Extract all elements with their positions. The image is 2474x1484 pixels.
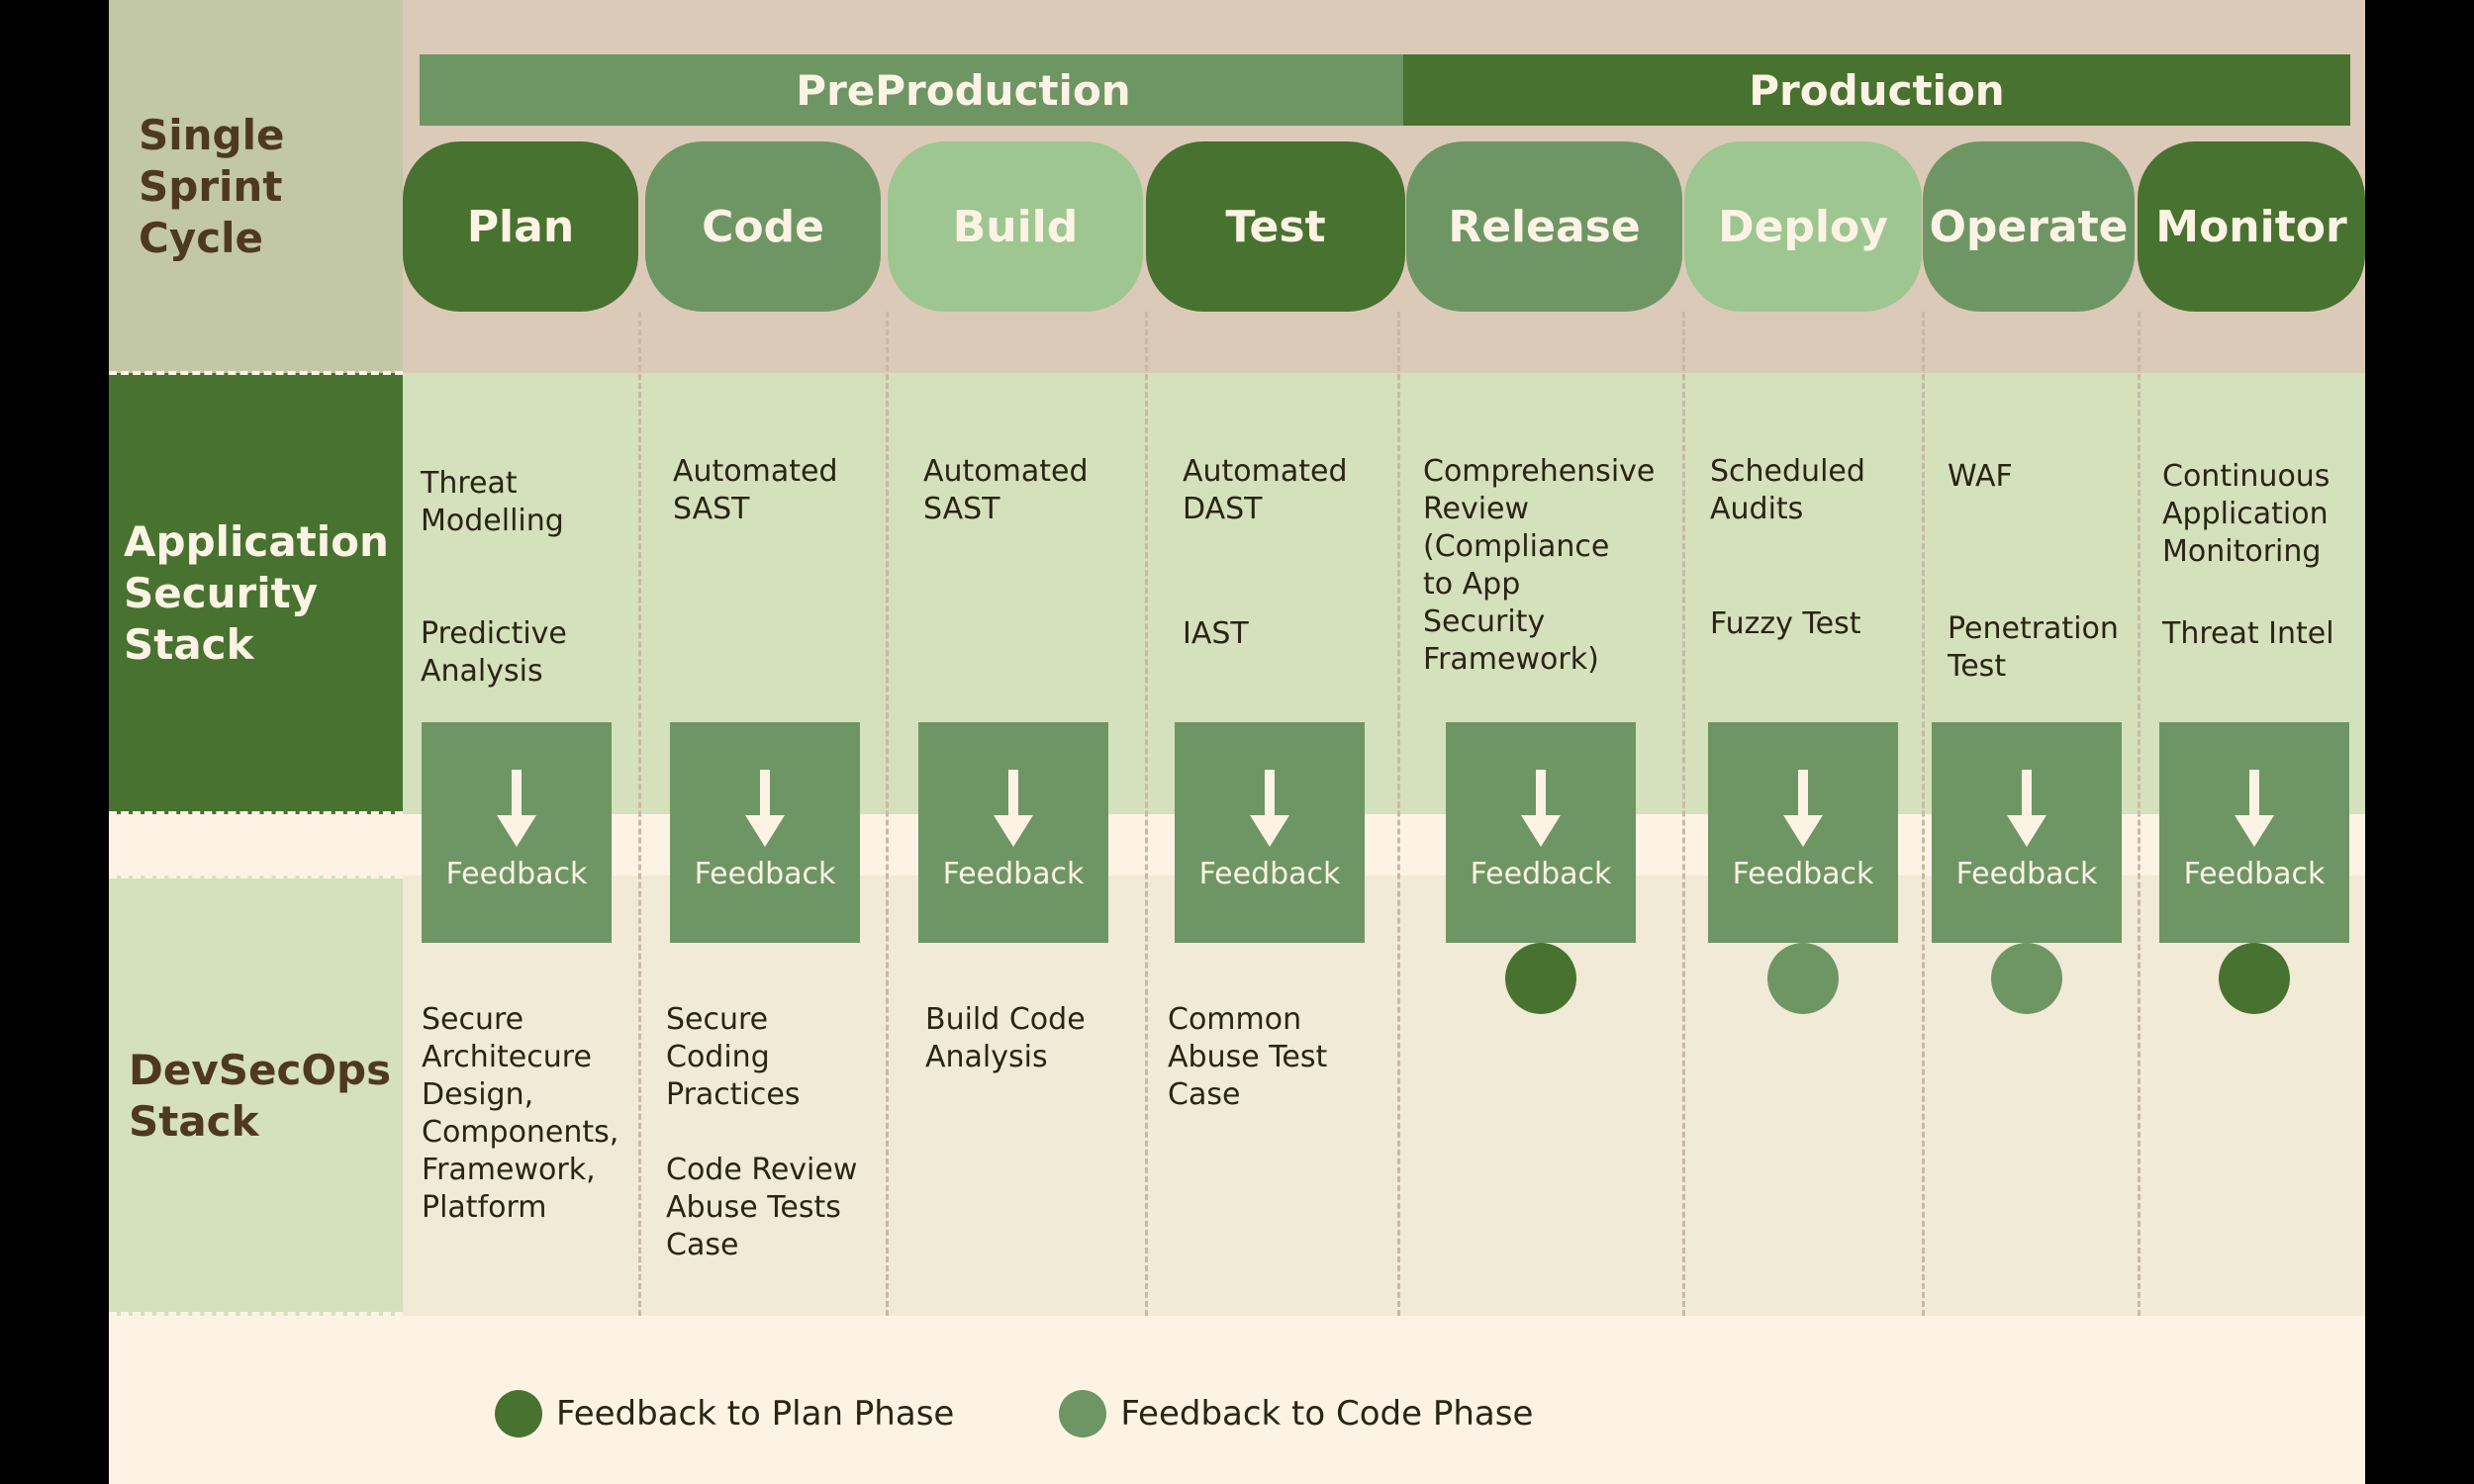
devsecops-item: Build Code Analysis bbox=[925, 1002, 1086, 1074]
column-divider bbox=[638, 312, 641, 1316]
app-security-item: Threat Modelling bbox=[421, 466, 564, 538]
arrow-down-icon bbox=[994, 770, 1033, 847]
phase-test: Test bbox=[1146, 141, 1405, 312]
legend-item: Feedback to Plan Phase bbox=[495, 1390, 954, 1438]
phase-operate: Operate bbox=[1923, 141, 2135, 312]
feedback-label: Feedback bbox=[1732, 857, 1874, 891]
devsecops-item: Secure Architecure Design, Components, F… bbox=[422, 1002, 619, 1225]
phase-release: Release bbox=[1406, 141, 1682, 312]
feedback-box: Feedback bbox=[422, 722, 612, 943]
column-divider bbox=[1682, 312, 1685, 1316]
row-label-app-security: Application Security Stack bbox=[109, 373, 403, 814]
column-divider bbox=[2138, 312, 2141, 1316]
phase-deploy: Deploy bbox=[1684, 141, 1922, 312]
legend-label: Feedback to Code Phase bbox=[1120, 1394, 1534, 1434]
app-security-item: Penetration Test bbox=[1948, 611, 2119, 684]
app-security-item: IAST bbox=[1183, 616, 1249, 651]
feedback-box: Feedback bbox=[670, 722, 860, 943]
feedback-box: Feedback bbox=[1175, 722, 1365, 943]
app-security-item: Automated DAST bbox=[1183, 454, 1348, 526]
legend-item: Feedback to Code Phase bbox=[1059, 1390, 1533, 1438]
stage-preproduction: PreProduction bbox=[420, 54, 1507, 126]
column-divider bbox=[1397, 312, 1400, 1316]
phase-code: Code bbox=[645, 141, 881, 312]
phase-monitor: Monitor bbox=[2138, 141, 2365, 312]
app-security-item: WAF bbox=[1948, 459, 2013, 494]
devsecops-diagram: Single Sprint Cycle Application Security… bbox=[109, 0, 2365, 1484]
row-divider bbox=[109, 1312, 403, 1316]
feedback-label: Feedback bbox=[942, 857, 1085, 891]
arrow-down-icon bbox=[1521, 770, 1561, 847]
arrow-down-icon bbox=[2235, 770, 2274, 847]
app-security-item: Predictive Analysis bbox=[421, 616, 567, 689]
arrow-down-icon bbox=[1250, 770, 1289, 847]
devsecops-item: Common Abuse Test Case bbox=[1168, 1002, 1328, 1112]
column-divider bbox=[1922, 312, 1925, 1316]
stage-production: Production bbox=[1403, 54, 2350, 126]
app-security-item: Automated SAST bbox=[923, 454, 1089, 526]
app-security-item: Automated SAST bbox=[673, 454, 838, 526]
app-security-item: Comprehensive Review (Compliance to App … bbox=[1423, 454, 1656, 677]
row-label-sprint: Single Sprint Cycle bbox=[109, 0, 403, 373]
app-security-item: Continuous Application Monitoring bbox=[2162, 459, 2331, 569]
feedback-box: Feedback bbox=[2159, 722, 2349, 943]
feedback-to-code-dot bbox=[1991, 943, 2062, 1014]
column-divider bbox=[886, 312, 889, 1316]
arrow-down-icon bbox=[745, 770, 785, 847]
legend-dot-icon bbox=[1059, 1390, 1107, 1438]
app-security-item: Fuzzy Test bbox=[1710, 606, 1861, 641]
legend-label: Feedback to Plan Phase bbox=[556, 1394, 955, 1434]
feedback-to-plan-dot bbox=[2219, 943, 2290, 1014]
feedback-label: Feedback bbox=[694, 857, 836, 891]
feedback-to-code-dot bbox=[1767, 943, 1839, 1014]
feedback-label: Feedback bbox=[1955, 857, 2098, 891]
row-divider bbox=[109, 371, 403, 375]
feedback-box: Feedback bbox=[1932, 722, 2122, 943]
phase-plan: Plan bbox=[403, 141, 638, 312]
feedback-box: Feedback bbox=[918, 722, 1108, 943]
arrow-down-icon bbox=[1783, 770, 1823, 847]
devsecops-item: Secure Coding Practices Code Review Abus… bbox=[666, 1002, 858, 1262]
row-divider bbox=[109, 811, 403, 815]
feedback-label: Feedback bbox=[445, 857, 588, 891]
arrow-down-icon bbox=[2007, 770, 2046, 847]
feedback-label: Feedback bbox=[1198, 857, 1341, 891]
legend-dot-icon bbox=[495, 1390, 542, 1438]
row-divider bbox=[109, 875, 403, 879]
feedback-box: Feedback bbox=[1446, 722, 1636, 943]
feedback-to-plan-dot bbox=[1505, 943, 1576, 1014]
arrow-down-icon bbox=[497, 770, 536, 847]
app-security-item: Threat Intel bbox=[2162, 616, 2334, 651]
feedback-label: Feedback bbox=[2183, 857, 2326, 891]
legend: Feedback to Plan Phase Feedback to Code P… bbox=[495, 1390, 1638, 1438]
feedback-label: Feedback bbox=[1470, 857, 1612, 891]
row-label-devsecops: DevSecOps Stack bbox=[109, 876, 403, 1316]
feedback-box: Feedback bbox=[1708, 722, 1898, 943]
app-security-item: Scheduled Audits bbox=[1710, 454, 1865, 526]
column-divider bbox=[1145, 312, 1148, 1316]
phase-build: Build bbox=[888, 141, 1143, 312]
